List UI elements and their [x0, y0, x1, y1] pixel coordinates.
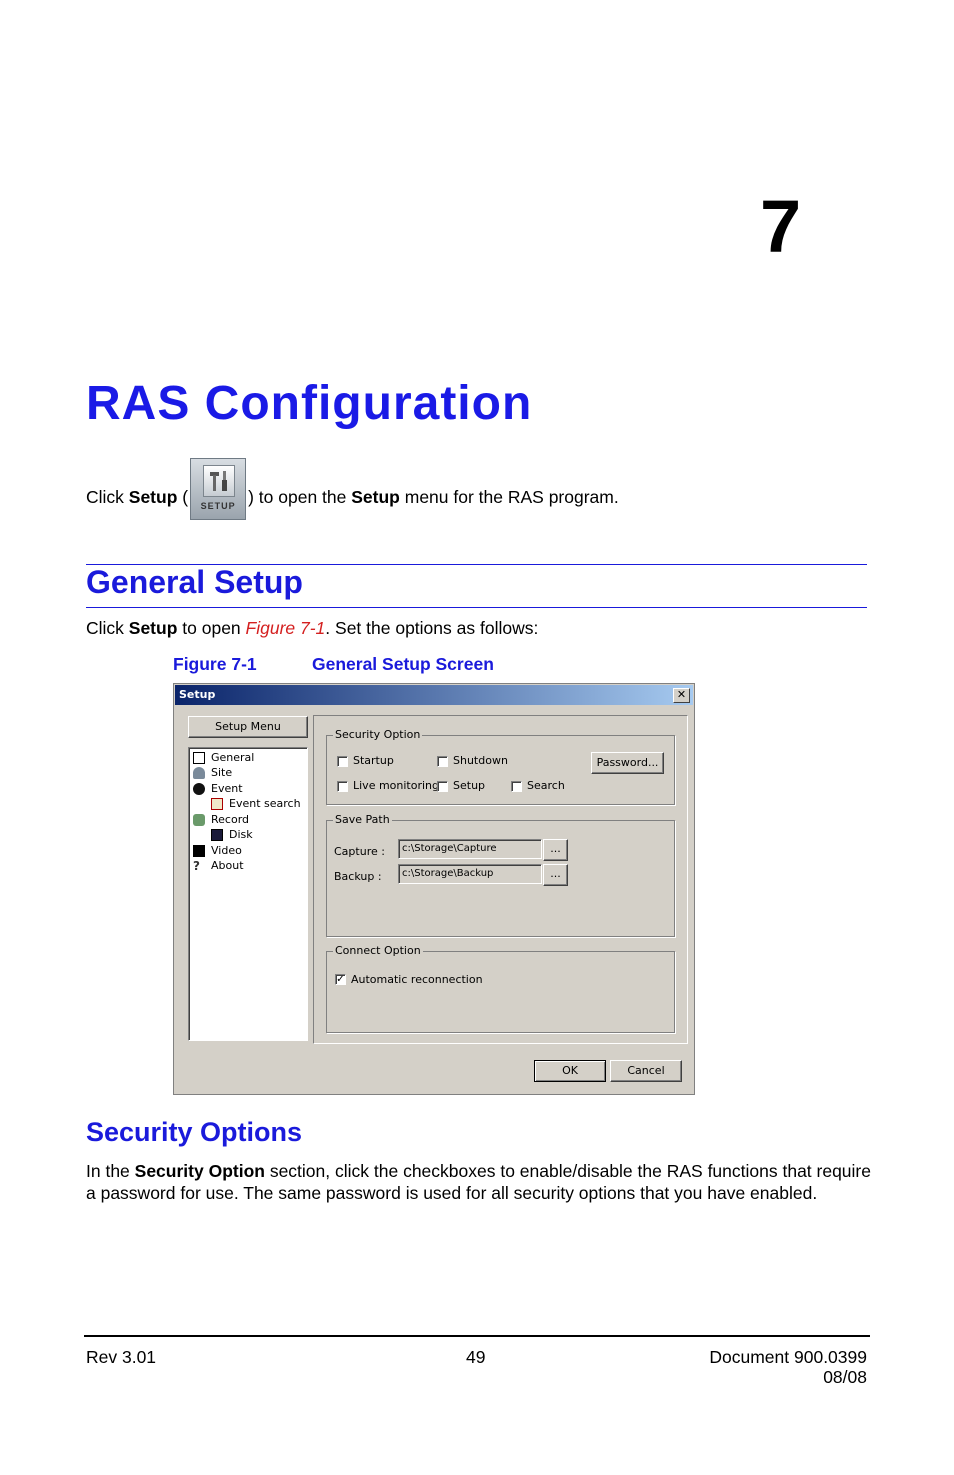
general-setup-heading: General Setup [86, 564, 303, 600]
auto-reconnect-label: Automatic reconnection [351, 973, 483, 986]
dialog-titlebar[interactable]: Setup ✕ [175, 685, 693, 705]
intro-setup-bold-2: Setup [351, 487, 400, 507]
shutdown-label: Shutdown [453, 754, 508, 767]
footer-rule [84, 1335, 870, 1337]
figure-link[interactable]: Figure 7-1 [246, 618, 326, 638]
backup-browse-button[interactable]: ... [543, 864, 568, 886]
tree-label: About [211, 859, 244, 872]
intro-paragraph: Click Setup ( SETUP ) to open the Setup m… [86, 458, 619, 520]
tree-label: Disk [229, 828, 253, 841]
search-label: Search [527, 779, 565, 792]
disk-icon [211, 829, 223, 841]
tree-item-video[interactable]: Video [193, 844, 242, 859]
password-button[interactable]: Password... [591, 752, 664, 774]
setup-dialog: Setup ✕ Setup Menu General Site Event Ev… [173, 683, 695, 1095]
site-icon [193, 767, 205, 779]
hammer-screwdriver-icon [210, 471, 228, 491]
setup-label: Setup [453, 779, 486, 792]
live-monitoring-checkbox[interactable] [337, 781, 348, 792]
tree-item-general[interactable]: General [193, 751, 254, 766]
gs-text-mid: to open [177, 618, 246, 638]
security-option-group: Security Option Startup Shutdown Live mo… [326, 728, 675, 805]
so-bold: Security Option [134, 1161, 265, 1181]
intro-close-paren: ) to open the [248, 487, 352, 507]
setup-icon-label: SETUP [200, 501, 236, 511]
backup-label: Backup : [334, 870, 382, 883]
intro-text-end: menu for the RAS program. [399, 487, 619, 507]
intro-text: Click [86, 487, 129, 507]
event-search-icon [211, 798, 223, 810]
tree-item-event-search[interactable]: Event search [211, 797, 301, 812]
save-path-group: Save Path Capture : c:\Storage\Capture .… [326, 813, 675, 937]
intro-open-paren: ( [177, 487, 189, 507]
security-options-paragraph: In the Security Option section, click th… [86, 1160, 876, 1204]
tree-label: Event [211, 782, 243, 795]
gs-text-end: . Set the options as follows: [325, 618, 539, 638]
chapter-title: RAS Configuration [86, 377, 533, 430]
tree-item-record[interactable]: Record [193, 813, 249, 828]
gs-setup-bold: Setup [128, 618, 178, 638]
connect-option-label: Connect Option [333, 944, 423, 957]
tree-label: Event search [229, 797, 301, 810]
ok-button[interactable]: OK [534, 1060, 606, 1082]
auto-reconnect-checkbox[interactable]: ✓ [335, 974, 346, 985]
figure-title: General Setup Screen [312, 654, 494, 674]
tree-item-event[interactable]: Event [193, 782, 243, 797]
footer-date: 08/08 [823, 1367, 867, 1387]
connect-option-group: Connect Option ✓ Automatic reconnection [326, 944, 675, 1033]
tools-icon [203, 465, 236, 497]
figure-label: Figure 7-1 [173, 654, 257, 674]
startup-label: Startup [353, 754, 394, 767]
footer-revision: Rev 3.01 [86, 1347, 157, 1367]
intro-setup-bold: Setup [128, 487, 178, 507]
record-icon [193, 814, 205, 826]
cancel-button[interactable]: Cancel [610, 1060, 682, 1082]
footer-document: Document 900.0399 [709, 1347, 867, 1367]
question-icon: ? [193, 859, 200, 873]
capture-path-field[interactable]: c:\Storage\Capture [398, 839, 542, 859]
capture-label: Capture : [334, 845, 385, 858]
shutdown-checkbox[interactable] [437, 756, 448, 767]
dialog-title: Setup [179, 688, 216, 701]
backup-path-field[interactable]: c:\Storage\Backup [398, 864, 542, 884]
startup-checkbox[interactable] [337, 756, 348, 767]
tree-item-site[interactable]: Site [193, 766, 232, 781]
general-icon [193, 752, 205, 764]
capture-browse-button[interactable]: ... [543, 839, 568, 861]
general-setup-paragraph: Click Setup to open Figure 7-1. Set the … [86, 617, 538, 639]
tree-label: Site [211, 766, 233, 779]
search-checkbox[interactable] [511, 781, 522, 792]
so-text: In the [86, 1161, 135, 1181]
tree-label: Video [211, 844, 242, 857]
footer-page-number: 49 [466, 1347, 486, 1367]
close-icon[interactable]: ✕ [673, 688, 690, 703]
setup-toolbar-icon: SETUP [190, 458, 247, 520]
setup-menu-button[interactable]: Setup Menu [188, 716, 308, 738]
tree-item-disk[interactable]: Disk [211, 828, 253, 843]
options-panel: Security Option Startup Shutdown Live mo… [313, 715, 688, 1044]
live-monitoring-label: Live monitoring [353, 779, 440, 792]
video-icon [193, 845, 205, 857]
event-icon [193, 783, 205, 795]
tree-label: General [211, 751, 255, 764]
rule-bottom [86, 607, 867, 608]
tree-item-about[interactable]: ? About [193, 859, 244, 874]
setup-tree: General Site Event Event search Record D… [188, 747, 308, 1041]
security-option-label: Security Option [333, 728, 423, 741]
chapter-number: 7 [760, 185, 802, 268]
tree-label: Record [211, 813, 250, 826]
gs-text: Click [86, 618, 129, 638]
setup-checkbox[interactable] [437, 781, 448, 792]
security-options-heading: Security Options [86, 1117, 303, 1147]
save-path-label: Save Path [333, 813, 392, 826]
